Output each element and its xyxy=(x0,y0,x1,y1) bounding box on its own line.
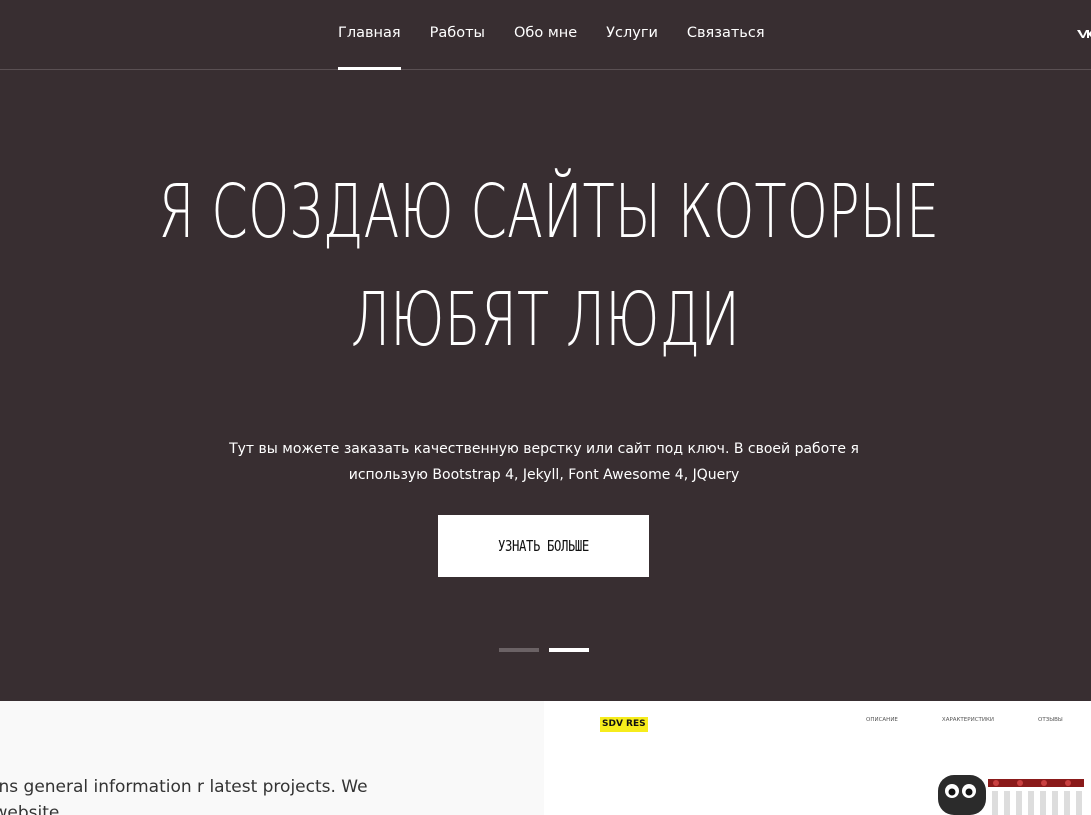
nav-item-works[interactable]: Работы xyxy=(430,0,485,70)
preview-nav-item: ХАРАКТЕРИСТИКИ xyxy=(941,717,995,723)
preview-nav-item: ОТЗЫВЫ xyxy=(1038,717,1063,723)
nav-links: Главная Работы Обо мне Услуги Связаться xyxy=(338,0,794,70)
nav-item-contact[interactable]: Связаться xyxy=(687,0,765,70)
hero-headline: Я СОЗДАЮ САЙТЫ КОТОРЫЕ ЛЮБЯТ ЛЮДИ xyxy=(158,158,940,374)
hero-headline-line1: Я СОЗДАЮ САЙТЫ КОТОРЫЕ xyxy=(158,169,940,255)
about-text: te section contains general information … xyxy=(0,777,368,815)
hero-headline-line2: ЛЮБЯТ ЛЮДИ xyxy=(350,277,740,363)
nav-item-home[interactable]: Главная xyxy=(338,0,401,70)
vk-icon[interactable] xyxy=(1076,24,1091,44)
nav-item-about[interactable]: Обо мне xyxy=(514,0,577,70)
preview-nav-item: ОПИСАНИЕ xyxy=(866,717,898,723)
preview-nav: ОПИСАНИЕ ХАРАКТЕРИСТИКИ ОТЗЫВЫ xyxy=(866,717,1091,723)
about-section: te section contains general information … xyxy=(0,701,544,815)
nav-item-services[interactable]: Услуги xyxy=(606,0,658,70)
carousel-dot-1[interactable] xyxy=(499,648,539,652)
carousel-dot-2[interactable] xyxy=(549,648,589,652)
preview-logo: SDV RES xyxy=(600,717,648,732)
hero-subtitle: Тут вы можете заказать качественную верс… xyxy=(229,441,859,483)
hero-section: Главная Работы Обо мне Услуги Связаться … xyxy=(0,0,1091,701)
carousel-indicators xyxy=(499,648,599,652)
learn-more-button[interactable]: УЗНАТЬ БОЛЬШЕ xyxy=(438,515,649,577)
project-preview[interactable]: SDV RES ОПИСАНИЕ ХАРАКТЕРИСТИКИ ОТЗЫВЫ xyxy=(544,701,1091,815)
learn-more-label: УЗНАТЬ БОЛЬШЕ xyxy=(498,537,589,555)
product-image xyxy=(938,775,1084,815)
top-navigation: Главная Работы Обо мне Услуги Связаться xyxy=(0,0,1091,70)
